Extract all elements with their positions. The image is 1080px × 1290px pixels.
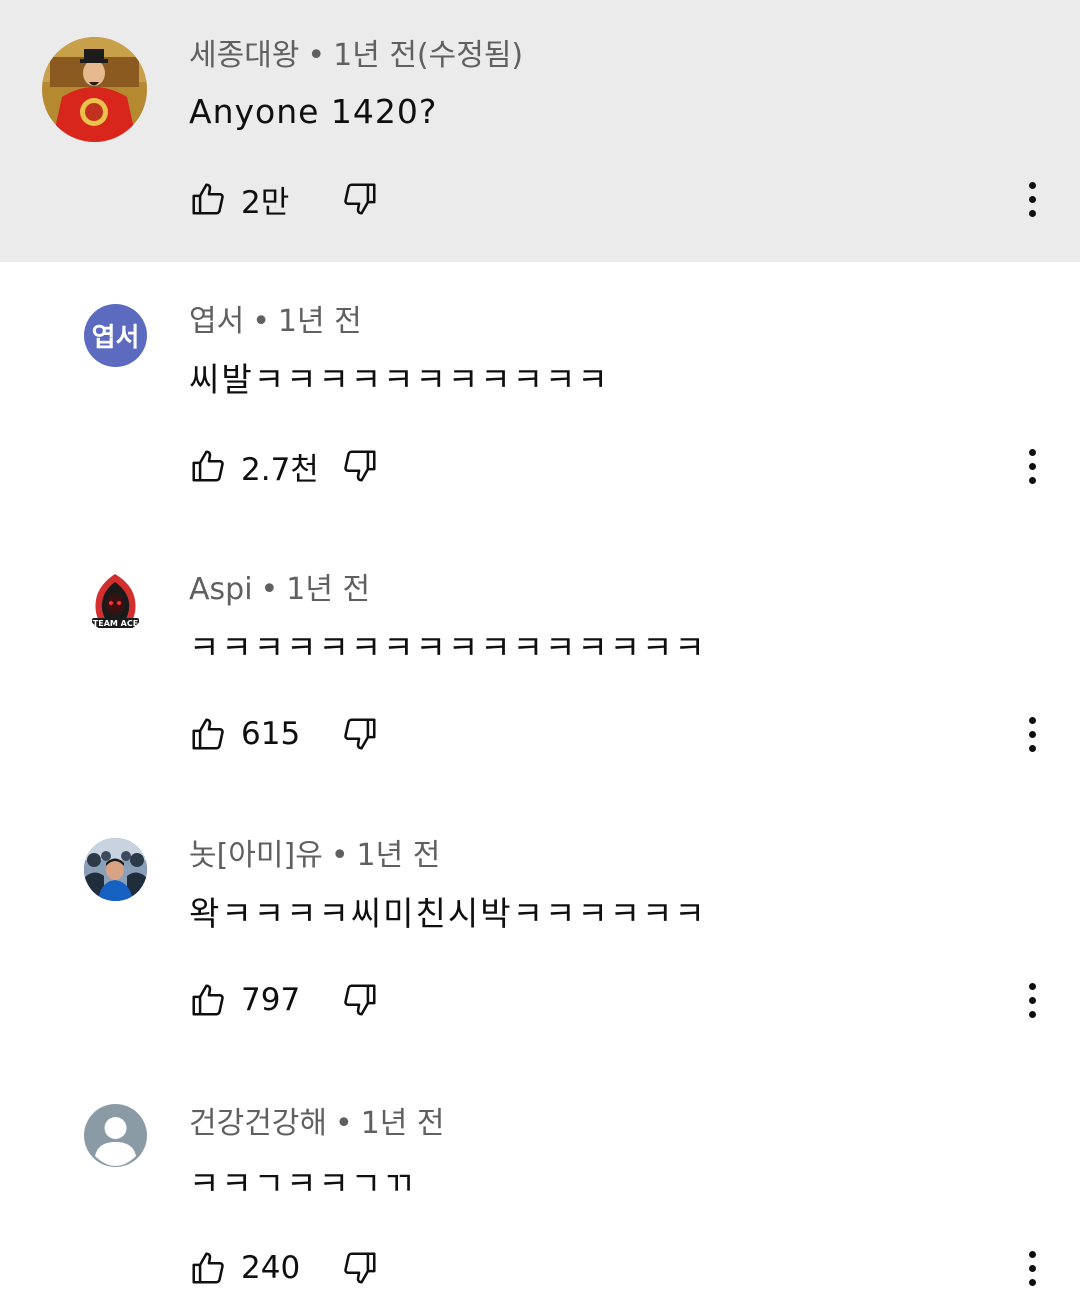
- avatar[interactable]: [42, 37, 147, 142]
- thumb-down-icon: [344, 718, 376, 750]
- comment-actions: 2.7천: [189, 444, 379, 488]
- like-count: 615: [241, 716, 301, 752]
- thumb-up-icon: [192, 183, 224, 215]
- comment-item: 세종대왕 • 1년 전(수정됨) Anyone 1420? 2만: [0, 0, 1080, 262]
- comment-meta: 건강건강해 • 1년 전: [189, 1104, 445, 1144]
- dislike-button[interactable]: [341, 981, 379, 1019]
- separator-dot: •: [307, 38, 326, 73]
- separator-dot: •: [335, 1106, 353, 1141]
- more-options-button[interactable]: [1014, 444, 1050, 488]
- separator-dot: •: [252, 304, 270, 339]
- comment-meta: 엽서 • 1년 전: [189, 302, 362, 342]
- like-count: 797: [241, 982, 301, 1018]
- comment-actions: 615: [189, 712, 379, 756]
- comment-item: 놋[아미]유 • 1년 전 왁ㅋㅋㅋㅋ씨미친시박ㅋㅋㅋㅋㅋㅋ 797: [0, 796, 1080, 1064]
- like-count: 240: [241, 1250, 301, 1286]
- comment-text: ㅋㅋㅋㅋㅋㅋㅋㅋㅋㅋㅋㅋㅋㅋㅋㅋ: [189, 628, 707, 667]
- separator-dot: •: [260, 572, 279, 607]
- more-options-button[interactable]: [1014, 978, 1050, 1022]
- comment-item: 엽서 엽서 • 1년 전 씨발ㅋㅋㅋㅋㅋㅋㅋㅋㅋㅋㅋ 2.7천: [0, 262, 1080, 530]
- comment-item: TEAM ACE Aspi • 1년 전 ㅋㅋㅋㅋㅋㅋㅋㅋㅋㅋㅋㅋㅋㅋㅋㅋ 615: [0, 530, 1080, 796]
- thumb-up-icon: [192, 984, 224, 1016]
- comment-meta: Aspi • 1년 전: [189, 570, 370, 610]
- more-options-button[interactable]: [1014, 1246, 1050, 1290]
- thumb-up-icon: [192, 718, 224, 750]
- separator-dot: •: [330, 838, 349, 873]
- like-button[interactable]: 797: [189, 981, 327, 1019]
- comment-author[interactable]: 세종대왕: [189, 38, 299, 73]
- comment-meta: 세종대왕 • 1년 전(수정됨): [189, 36, 523, 76]
- king-portrait-icon: [42, 37, 147, 142]
- comment-text: ㅋㅋㄱㅋㅋㄱㄲ: [189, 1164, 416, 1203]
- comment-actions: 2만: [189, 177, 379, 221]
- avatar[interactable]: TEAM ACE: [84, 570, 147, 633]
- thumb-down-icon: [344, 1252, 376, 1284]
- thumb-down-icon: [344, 984, 376, 1016]
- comment-time: 1년 전(수정됨): [333, 38, 524, 73]
- comment-actions: 240: [189, 1246, 379, 1290]
- comment-author[interactable]: 건강건강해: [189, 1106, 327, 1141]
- comment-item: 건강건강해 • 1년 전 ㅋㅋㄱㅋㅋㄱㄲ 240: [0, 1064, 1080, 1287]
- like-button[interactable]: 240: [189, 1249, 327, 1287]
- team-ace-logo-icon: TEAM ACE: [92, 574, 139, 628]
- more-options-button[interactable]: [1014, 177, 1050, 221]
- thumb-up-icon: [192, 1252, 224, 1284]
- like-button[interactable]: 615: [189, 715, 327, 753]
- avatar[interactable]: [84, 1104, 147, 1167]
- dislike-button[interactable]: [341, 180, 379, 218]
- avatar-initials: 엽서: [91, 323, 140, 353]
- comment-time: 1년 전: [356, 838, 441, 873]
- thumb-up-icon: [192, 450, 224, 482]
- thumb-down-icon: [344, 183, 376, 215]
- dislike-button[interactable]: [341, 447, 379, 485]
- like-count: 2만: [241, 184, 290, 221]
- like-button[interactable]: 2만: [189, 177, 327, 222]
- default-person-icon: [95, 1117, 136, 1166]
- like-count: 2.7천: [241, 451, 319, 488]
- dislike-button[interactable]: [341, 1249, 379, 1287]
- crowd-photo-icon: [84, 838, 147, 901]
- dislike-button[interactable]: [341, 715, 379, 753]
- like-button[interactable]: 2.7천: [189, 444, 327, 489]
- avatar[interactable]: 엽서: [84, 304, 147, 367]
- comment-actions: 797: [189, 978, 379, 1022]
- comment-text: 왁ㅋㅋㅋㅋ씨미친시박ㅋㅋㅋㅋㅋㅋ: [189, 894, 707, 933]
- comment-text: 씨발ㅋㅋㅋㅋㅋㅋㅋㅋㅋㅋㅋ: [189, 360, 610, 399]
- comment-meta: 놋[아미]유 • 1년 전: [189, 836, 440, 876]
- avatar[interactable]: [84, 838, 147, 901]
- comment-author[interactable]: Aspi: [189, 572, 253, 607]
- comment-time: 1년 전: [286, 572, 371, 607]
- comment-time: 1년 전: [360, 1106, 445, 1141]
- thumb-down-icon: [344, 450, 376, 482]
- svg-text:TEAM ACE: TEAM ACE: [93, 619, 138, 628]
- comment-author[interactable]: 놋[아미]유: [189, 838, 323, 873]
- comment-author[interactable]: 엽서: [189, 304, 244, 339]
- comment-time: 1년 전: [277, 304, 362, 339]
- more-options-button[interactable]: [1014, 712, 1050, 756]
- comment-text: Anyone 1420?: [189, 92, 438, 131]
